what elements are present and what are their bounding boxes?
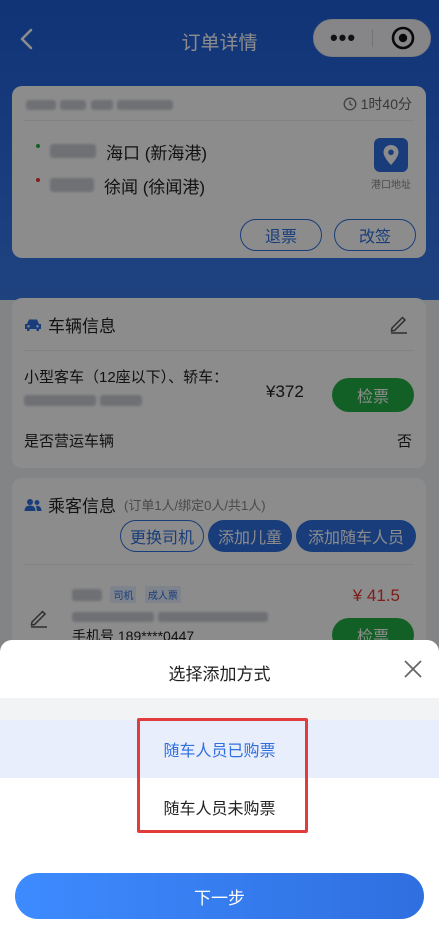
annotation-highlight-box — [137, 718, 308, 833]
next-step-button[interactable]: 下一步 — [15, 873, 424, 919]
sheet-title: 选择添加方式 — [168, 665, 271, 684]
sheet-close-button[interactable] — [402, 658, 424, 680]
sheet-separator — [0, 698, 439, 720]
close-icon — [404, 660, 422, 678]
